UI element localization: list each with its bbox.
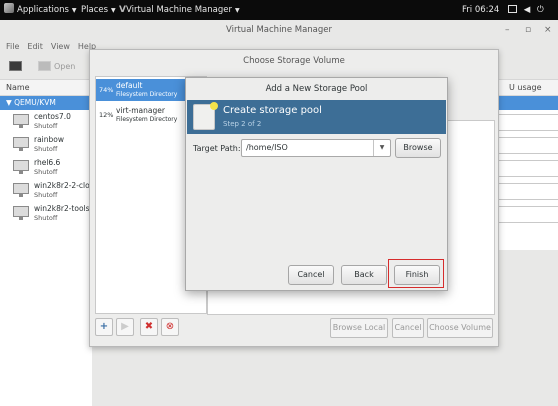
chevron-down-icon: ▼: [111, 7, 116, 14]
browse-button[interactable]: Browse: [395, 138, 441, 158]
applications-label: Applications: [17, 5, 69, 15]
close-button[interactable]: ×: [544, 20, 552, 40]
connection-row[interactable]: ▼ QEMU/KVM: [0, 96, 92, 110]
column-name[interactable]: Name: [6, 80, 30, 96]
dialog-title: Add a New Storage Pool: [265, 84, 368, 94]
vm-row[interactable]: rainbow Shutoff: [0, 133, 92, 155]
clock[interactable]: Fri 06:24: [462, 0, 499, 20]
usage-cell: [498, 137, 558, 154]
wizard-banner: Create storage pool Step 2 of 2: [187, 100, 446, 134]
vm-state: Shutoff: [34, 191, 58, 199]
cancel-button[interactable]: Cancel: [392, 318, 424, 338]
menu-edit[interactable]: Edit: [27, 42, 43, 51]
applications-icon: [4, 3, 14, 13]
chevron-down-icon: ▼: [235, 7, 240, 14]
stop-pool-button[interactable]: ⊗: [161, 318, 179, 336]
add-pool-button[interactable]: +: [95, 318, 113, 336]
app-menu-label: Virtual Machine Manager: [125, 5, 232, 15]
dialog-title: Choose Storage Volume: [243, 56, 345, 66]
pool-name: virt-manager: [116, 106, 165, 115]
column-usage[interactable]: U usage: [509, 80, 542, 96]
choose-volume-button[interactable]: Choose Volume: [427, 318, 493, 338]
vm-row[interactable]: centos7.0 Shutoff: [0, 110, 92, 132]
connection-row-usage: [498, 96, 558, 110]
connection-label: QEMU/KVM: [14, 98, 56, 107]
applications-menu[interactable]: Applications ▼: [4, 0, 77, 20]
vm-icon: [13, 137, 29, 151]
vm-name: win2k8r2-2-clo: [34, 181, 90, 190]
open-button[interactable]: Open: [38, 58, 75, 76]
display-icon: [508, 5, 517, 13]
open-label: Open: [54, 62, 76, 71]
maximize-button[interactable]: ▫: [525, 20, 531, 40]
system-status-area[interactable]: ◀ ⏻: [508, 0, 544, 20]
pool-usage: 74%: [99, 86, 114, 94]
vm-row[interactable]: win2k8r2-toolsk Shutoff: [0, 202, 94, 224]
menu-view[interactable]: View: [51, 42, 70, 51]
places-label: Places: [81, 5, 109, 15]
vm-icon: [13, 206, 29, 220]
new-vm-button[interactable]: [9, 58, 25, 76]
vmm-logo-icon: V: [119, 5, 126, 15]
places-menu[interactable]: Places ▼: [81, 0, 116, 20]
storage-pool-icon: [193, 102, 218, 130]
usage-cell: [498, 206, 558, 223]
banner-step: Step 2 of 2: [223, 120, 262, 128]
stop-icon: ⊗: [165, 321, 175, 332]
monitor-icon: [38, 61, 51, 71]
pool-name: default: [116, 81, 143, 90]
pool-usage: 12%: [99, 111, 114, 119]
usage-column: [498, 110, 558, 250]
chevron-down-icon[interactable]: ▼: [373, 140, 390, 156]
usage-cell: [498, 160, 558, 177]
usage-cell: [498, 114, 558, 131]
vm-row[interactable]: win2k8r2-2-clo Shutoff: [0, 179, 92, 201]
vm-name: rainbow: [34, 135, 64, 144]
delete-pool-button[interactable]: ✖: [140, 318, 158, 336]
vm-name: centos7.0: [34, 112, 71, 121]
delete-icon: ✖: [144, 321, 154, 332]
cancel-button[interactable]: Cancel: [288, 265, 334, 285]
back-button[interactable]: Back: [341, 265, 387, 285]
top-bar: Applications ▼ Places ▼ VVirtual Machine M…: [0, 0, 558, 20]
pool-type: Filesystem Directory: [116, 116, 178, 123]
expander-icon: ▼: [6, 98, 15, 107]
vm-name: win2k8r2-toolsk: [34, 204, 94, 213]
usage-cell: [498, 183, 558, 200]
vm-state: Shutoff: [34, 122, 58, 130]
start-pool-button[interactable]: ▶: [116, 318, 134, 336]
monitor-icon: [9, 61, 22, 71]
app-menu[interactable]: VVirtual Machine Manager ▼: [119, 0, 240, 20]
vm-name: rhel6.6: [34, 158, 61, 167]
play-icon: ▶: [121, 321, 129, 332]
banner-title: Create storage pool: [223, 105, 322, 116]
vm-icon: [13, 183, 29, 197]
vm-state: Shutoff: [34, 168, 58, 176]
target-path-label: Target Path:: [193, 144, 241, 153]
vm-row[interactable]: rhel6.6 Shutoff: [0, 156, 92, 178]
menu-file[interactable]: File: [6, 42, 19, 51]
pool-type: Filesystem Directory: [116, 91, 178, 98]
chevron-down-icon: ▼: [71, 7, 77, 14]
finish-highlight-box: [388, 259, 444, 288]
plus-icon: +: [99, 321, 109, 332]
power-icon: ⏻: [536, 5, 544, 15]
main-titlebar: Virtual Machine Manager – ▫ ×: [0, 20, 558, 40]
vm-state: Shutoff: [34, 145, 58, 153]
minimize-button[interactable]: –: [505, 20, 510, 40]
main-window-title: Virtual Machine Manager: [225, 25, 333, 35]
target-path-value: /home/ISO: [246, 143, 288, 152]
browse-local-button[interactable]: Browse Local: [330, 318, 388, 338]
vm-list: centos7.0 Shutoff rainbow Shutoff rhel6.…: [0, 110, 94, 406]
target-path-combo[interactable]: /home/ISO ▼: [241, 139, 391, 157]
vm-state: Shutoff: [34, 214, 58, 222]
volume-icon: ◀: [523, 5, 531, 15]
vm-icon: [13, 114, 29, 128]
vm-icon: [13, 160, 29, 174]
